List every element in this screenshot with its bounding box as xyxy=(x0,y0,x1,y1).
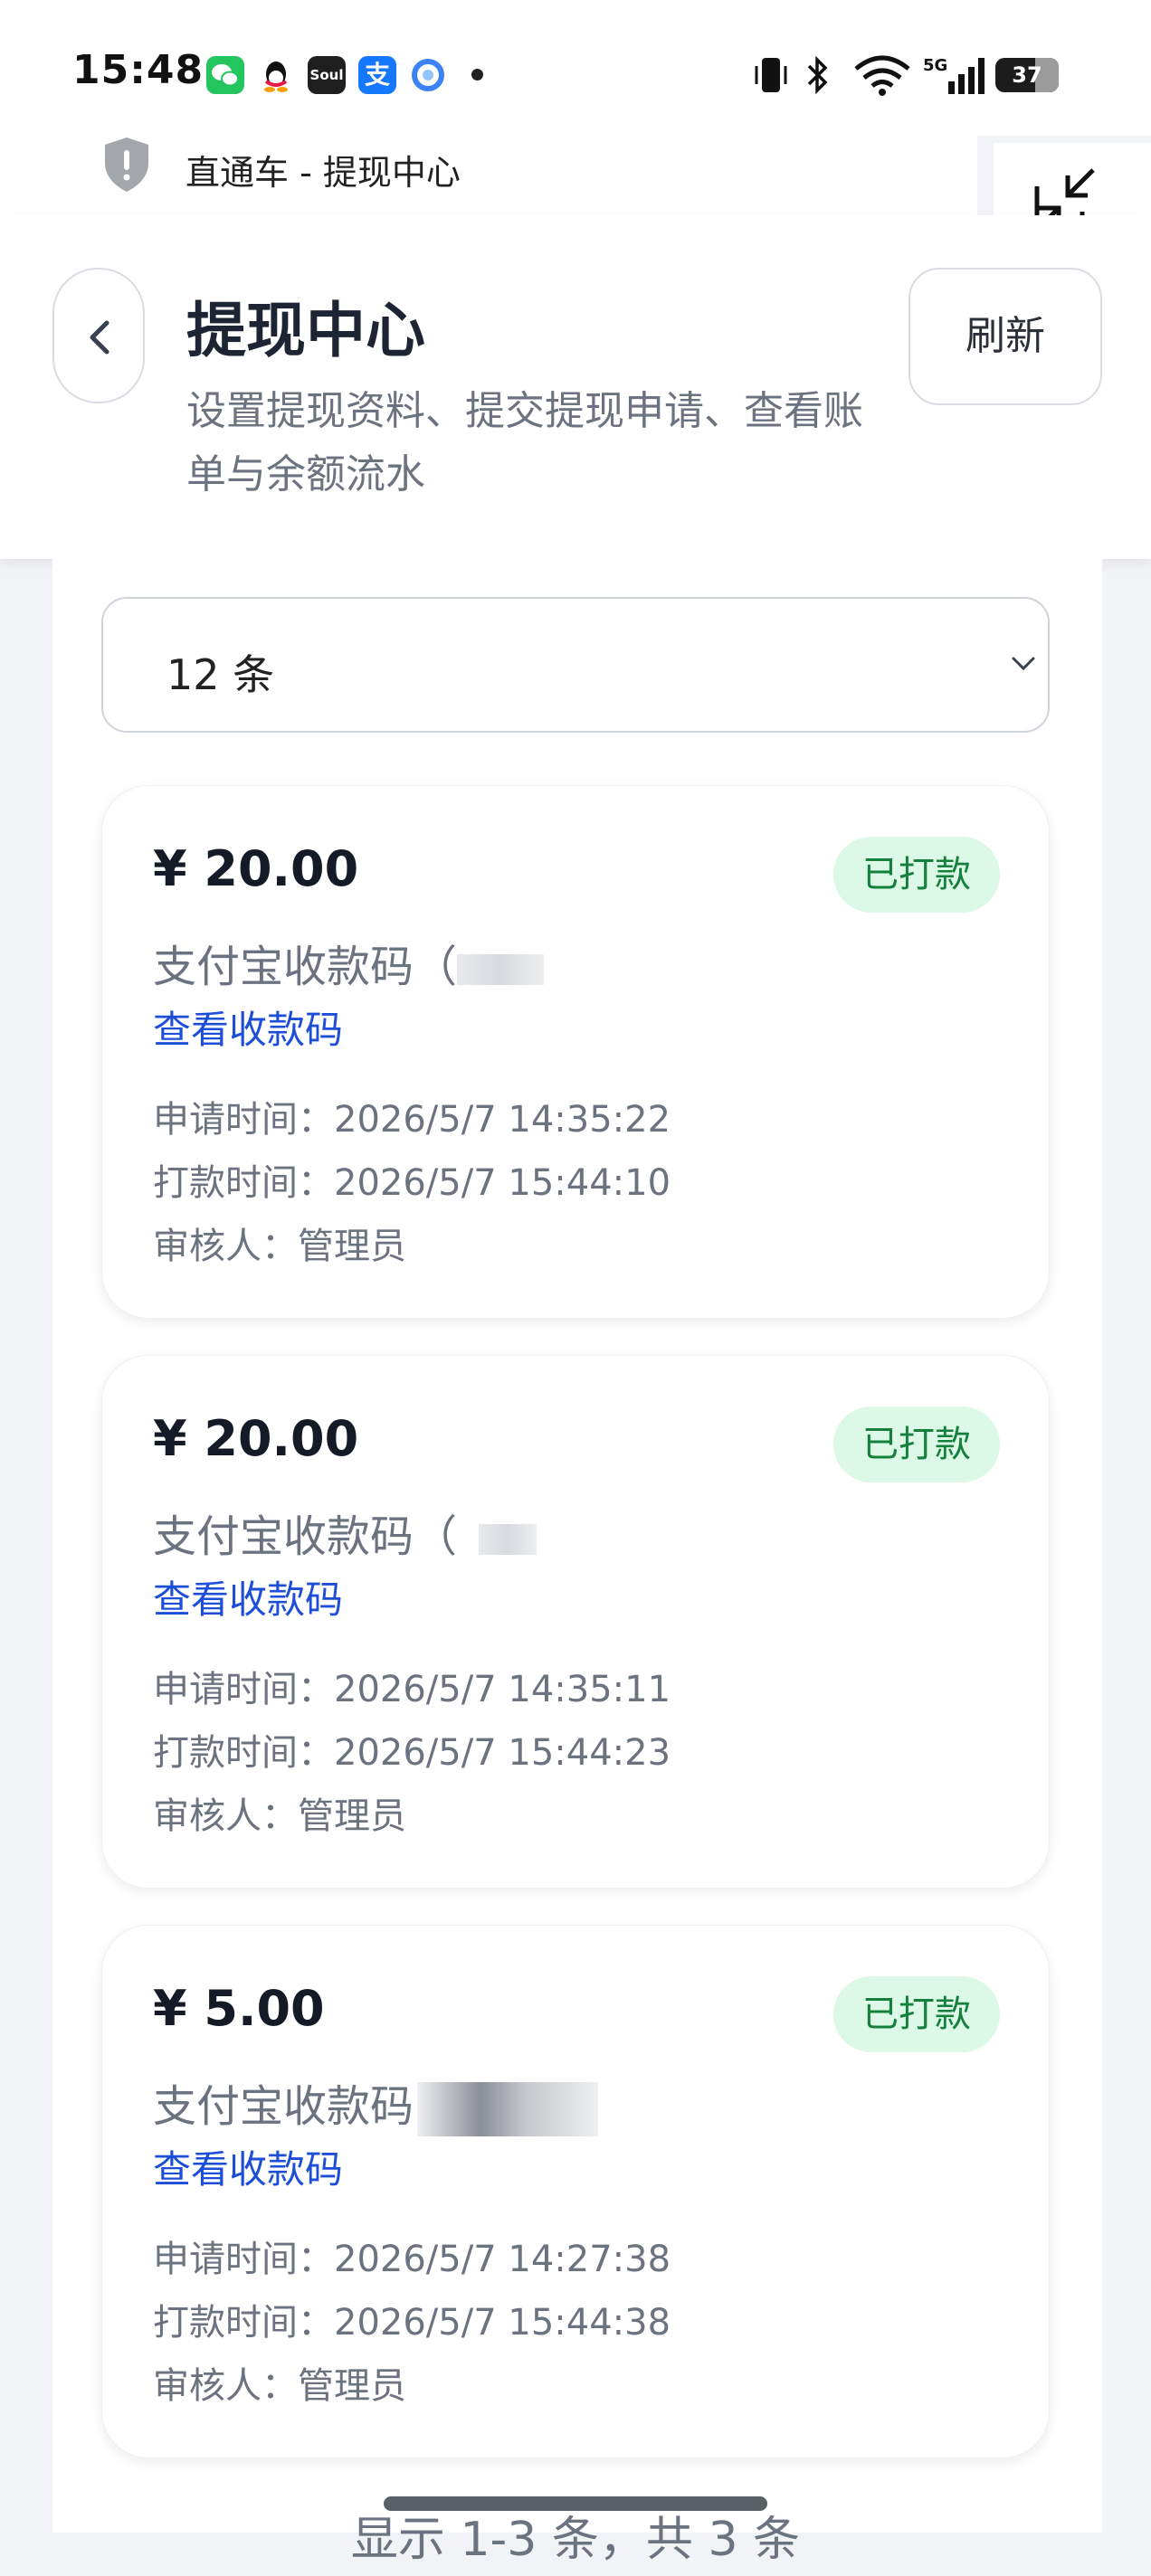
payment-channel: 支付宝收款码（ xyxy=(153,931,545,994)
apply-time-row: 申请时间：2026/5/7 14:27:38 xyxy=(153,2239,671,2280)
browser-icon xyxy=(409,56,447,94)
svg-text:5G: 5G xyxy=(923,56,947,75)
record-amount: ¥ 20.00 xyxy=(153,840,359,897)
apply-time-row: 申请时间：2026/5/7 14:35:11 xyxy=(153,1669,671,1710)
withdrawal-record-card: ¥ 5.00 已打款 支付宝收款码 查看收款码 申请时间：2026/5/7 14… xyxy=(101,1925,1050,2458)
status-bar: 15:48 Soul 支 5G 37 xyxy=(0,0,1151,136)
status-badge: 已打款 xyxy=(833,1406,1000,1482)
redacted-account xyxy=(457,954,545,985)
qq-icon xyxy=(257,56,295,94)
vibrate-icon xyxy=(755,58,787,92)
browser-page-title: 直通车 - 提现中心 xyxy=(185,153,461,193)
reviewer-row: 审核人：管理员 xyxy=(153,1226,406,1267)
payment-channel: 支付宝收款码 xyxy=(153,2070,599,2136)
battery-icon: 37 xyxy=(995,58,1059,92)
alipay-icon: 支 xyxy=(358,56,396,94)
view-qrcode-link[interactable]: 查看收款码 xyxy=(153,1569,343,1624)
pay-time-row: 打款时间：2026/5/7 15:44:38 xyxy=(153,2302,671,2344)
refresh-button[interactable]: 刷新 xyxy=(908,268,1102,405)
wifi-icon xyxy=(854,55,910,96)
page-size-value: 12 条 xyxy=(166,650,275,699)
view-qrcode-link[interactable]: 查看收款码 xyxy=(153,999,343,1055)
notification-dot-icon xyxy=(471,69,483,80)
pagination-summary: 显示 1-3 条，共 3 条 xyxy=(350,2513,801,2567)
page-subtitle: 设置提现资料、提交提现申请、查看账单与余额流水 xyxy=(186,388,863,497)
view-qrcode-link[interactable]: 查看收款码 xyxy=(153,2139,343,2194)
bluetooth-icon xyxy=(807,55,828,95)
wechat-icon xyxy=(206,56,244,94)
security-shield-icon[interactable] xyxy=(101,136,152,194)
soul-icon: Soul xyxy=(308,56,346,94)
back-button[interactable] xyxy=(52,268,145,403)
reviewer-row: 审核人：管理员 xyxy=(153,1795,406,1837)
chevron-left-icon xyxy=(90,320,109,355)
chevron-down-icon xyxy=(1012,657,1035,671)
pay-time-row: 打款时间：2026/5/7 15:44:10 xyxy=(153,1162,671,1204)
redacted-account xyxy=(417,2082,599,2136)
withdrawal-record-card: ¥ 20.00 已打款 支付宝收款码（ 查看收款码 申请时间：2026/5/7 … xyxy=(101,785,1050,1319)
record-amount: ¥ 5.00 xyxy=(153,1980,325,2037)
record-amount: ¥ 20.00 xyxy=(153,1410,359,1467)
page-title: 提现中心 xyxy=(186,296,425,365)
status-time: 15:48 xyxy=(72,47,205,93)
home-indicator[interactable] xyxy=(384,2496,767,2511)
reviewer-row: 审核人：管理员 xyxy=(153,2365,406,2407)
cellular-signal-icon: 5G xyxy=(923,56,985,94)
pay-time-row: 打款时间：2026/5/7 15:44:23 xyxy=(153,1732,671,1774)
apply-time-row: 申请时间：2026/5/7 14:35:22 xyxy=(153,1099,671,1141)
status-badge: 已打款 xyxy=(833,1976,1000,2052)
redacted-account xyxy=(479,1524,537,1555)
page-size-select[interactable]: 12 条 xyxy=(101,597,1050,733)
status-badge: 已打款 xyxy=(833,837,1000,913)
payment-channel: 支付宝收款码（ xyxy=(153,1501,537,1564)
withdrawal-record-card: ¥ 20.00 已打款 支付宝收款码（ 查看收款码 申请时间：2026/5/7 … xyxy=(101,1355,1050,1889)
